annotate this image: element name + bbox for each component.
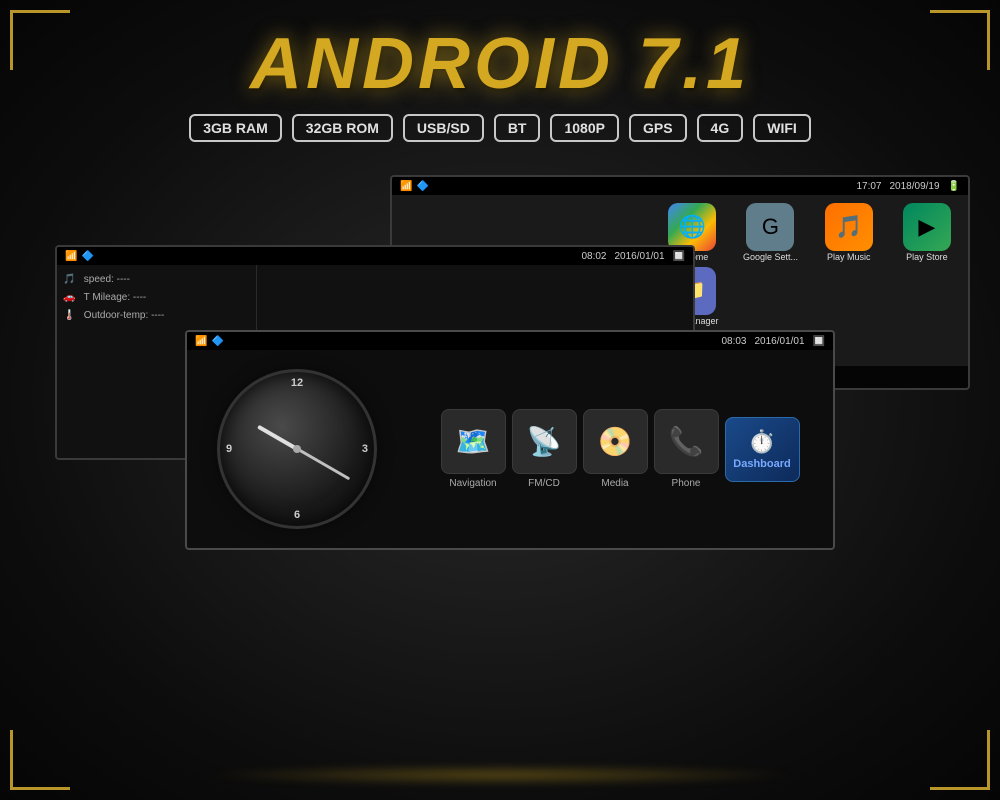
screen2-status-icons: 📶 🔷 (65, 251, 94, 262)
wifi-icon-3: 📶 (195, 336, 207, 347)
screen2-time: 08:02 (581, 251, 606, 262)
temp-row: 🌡️ Outdoor-temp: ---- (63, 307, 250, 325)
dashboard-label: Dashboard (733, 458, 790, 470)
app-play-music[interactable]: 🎵 Play Music (812, 203, 886, 263)
app-icon-google-settings: G (746, 203, 794, 251)
specs-row: 3GB RAM 32GB ROM USB/SD BT 1080P GPS 4G WIFI (0, 114, 1000, 142)
glow-decoration (200, 765, 800, 785)
corner-decoration-tr (930, 10, 990, 70)
bt-icon-3: 🔷 (211, 336, 223, 347)
screen3-content: 12 3 6 9 🗺️ Navigation 📡 FM/CD (187, 350, 833, 548)
main-title: ANDROID 7.1 (0, 28, 1000, 100)
fmcd-label: FM/CD (528, 478, 560, 489)
screen1-time: 17:07 (856, 181, 881, 192)
screen2-statusbar: 📶 🔷 08:02 2016/01/01 🔲 (57, 247, 693, 265)
media-icon: 📀 (583, 409, 648, 474)
phone-label: Phone (672, 478, 701, 489)
clock-6: 6 (294, 509, 300, 521)
temp-val: ---- (151, 310, 164, 321)
clock-9: 9 (226, 443, 232, 455)
screen1-date: 2018/09/19 (889, 181, 939, 192)
dashboard-button[interactable]: ⏱️ Dashboard (725, 417, 800, 482)
corner-decoration-tl (10, 10, 70, 70)
clock-section: 12 3 6 9 (187, 350, 407, 548)
navigation-icon: 🗺️ (441, 409, 506, 474)
nav-item-navigation[interactable]: 🗺️ Navigation (441, 409, 506, 489)
app-icon-chrome: 🌐 (668, 203, 716, 251)
hour-hand (257, 425, 298, 451)
app-label-google-settings: Google Sett... (743, 253, 798, 263)
screen3-time: 08:03 (721, 336, 746, 347)
spec-badge-3gb-ram: 3GB RAM (189, 114, 282, 142)
dashboard-icon: ⏱️ (748, 429, 775, 455)
screen2-date: 2016/01/01 (614, 251, 664, 262)
mileage-label: T Mileage: (84, 292, 131, 303)
wifi-icon: 📶 (400, 181, 412, 192)
app-play-store[interactable]: ▶ Play Store (890, 203, 964, 263)
phone-icon: 📞 (654, 409, 719, 474)
analog-clock: 12 3 6 9 (217, 369, 377, 529)
temp-label: Outdoor-temp: (84, 310, 148, 321)
clock-center (293, 445, 301, 453)
battery-icon: 🔋 (948, 181, 960, 192)
minute-hand (296, 448, 349, 481)
nav-apps: 🗺️ Navigation 📡 FM/CD 📀 Media 📞 Phone (407, 350, 833, 548)
screen1-statusbar: 📶 🔷 17:07 2018/09/19 🔋 (392, 177, 968, 195)
screen1-status-icons: 📶 🔷 (400, 181, 429, 192)
bluetooth-icon: 🔷 (416, 181, 428, 192)
spec-badge-32gb-rom: 32GB ROM (292, 114, 393, 142)
spec-badge-4g: 4G (697, 114, 744, 142)
title-section: ANDROID 7.1 3GB RAM 32GB ROM USB/SD BT 1080P… (0, 0, 1000, 142)
speed-val: ---- (117, 274, 130, 285)
spec-badge-usb-sd: USB/SD (403, 114, 484, 142)
screens-container: 📶 🔷 17:07 2018/09/19 🔋 🎵 speed: ---- 🌐Ch… (0, 175, 1000, 800)
app-label-play-music: Play Music (827, 253, 871, 263)
speed-row: 🎵 speed: ---- (63, 271, 250, 289)
spec-badge-bt: BT (494, 114, 541, 142)
nav-item-phone[interactable]: 📞 Phone (654, 409, 719, 489)
speed-label: speed: (84, 274, 114, 285)
app-icon-play-music: 🎵 (825, 203, 873, 251)
nav-item-fmcd[interactable]: 📡 FM/CD (512, 409, 577, 489)
app-icon-play-store: ▶ (903, 203, 951, 251)
clock-3: 3 (362, 443, 368, 455)
app-label-play-store: Play Store (906, 253, 948, 263)
nav-item-media[interactable]: 📀 Media (583, 409, 648, 489)
media-label: Media (601, 478, 628, 489)
vehicle-info-block: 🎵 speed: ---- 🚗 T Mileage: ---- 🌡️ Outdo… (63, 271, 250, 325)
screen3-date: 2016/01/01 (754, 336, 804, 347)
mileage-val: ---- (133, 292, 146, 303)
navigation-label: Navigation (449, 478, 496, 489)
mileage-row: 🚗 T Mileage: ---- (63, 289, 250, 307)
screen3-status-icons: 📶 🔷 (195, 336, 224, 347)
spec-badge-1080p: 1080P (550, 114, 618, 142)
spec-badge-gps: GPS (629, 114, 687, 142)
spec-badge-wifi: WIFI (753, 114, 811, 142)
screen3-statusbar: 📶 🔷 08:03 2016/01/01 🔲 (187, 332, 833, 350)
app-google-settings[interactable]: G Google Sett... (733, 203, 807, 263)
bt-icon-2: 🔷 (81, 251, 93, 262)
nav-item-dashboard[interactable]: ⏱️ Dashboard (725, 417, 800, 482)
screen-3: 📶 🔷 08:03 2016/01/01 🔲 12 3 6 9 (185, 330, 835, 550)
battery-icon-2: 🔲 (673, 251, 685, 262)
fmcd-icon: 📡 (512, 409, 577, 474)
clock-12: 12 (291, 377, 303, 389)
battery-icon-3: 🔲 (813, 336, 825, 347)
wifi-icon-2: 📶 (65, 251, 77, 262)
